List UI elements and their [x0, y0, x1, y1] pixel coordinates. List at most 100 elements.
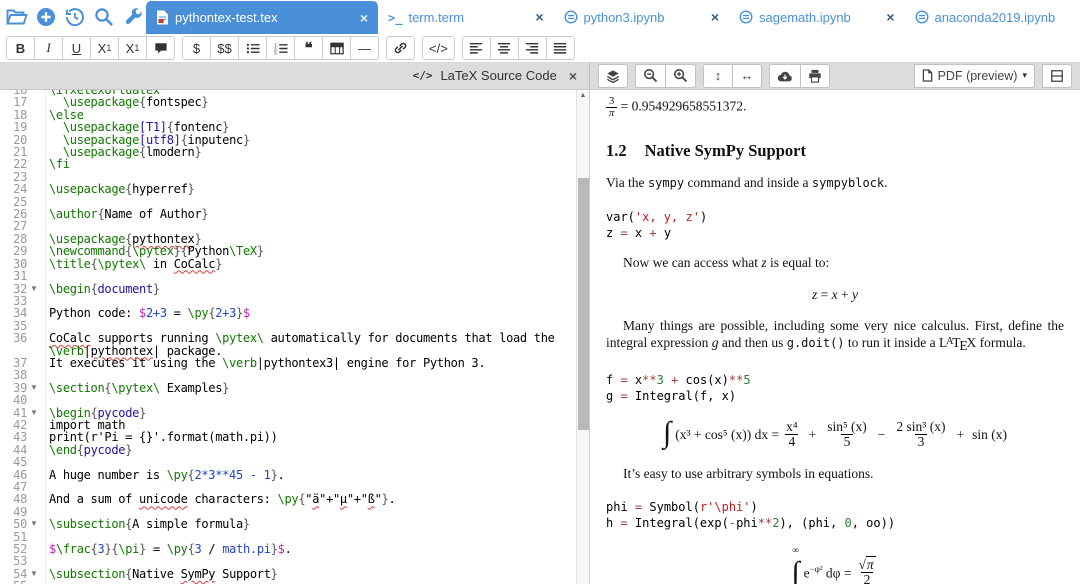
latex-editor[interactable]: 16 \ifxetexorluatex 17 \usepackage{fontspe… — [0, 90, 590, 584]
editor-scrollbar-thumb[interactable] — [578, 178, 589, 430]
bullet-list-button[interactable] — [238, 36, 267, 60]
code-line[interactable]: 24 \usepackage{hyperref} — [0, 182, 576, 197]
code-text: \usepackage{hyperref} — [49, 182, 195, 197]
zoom-in-button[interactable] — [665, 63, 696, 88]
file-tab-anaconda2019.ipynb[interactable]: anaconda2019.ipynb — [905, 0, 1080, 34]
fit-height-button[interactable]: ↕ — [703, 63, 733, 88]
cloud-download-icon — [777, 71, 792, 81]
numbered-list-button[interactable]: 1. 2. 3. — [266, 36, 295, 60]
fold-gutter — [30, 233, 43, 245]
comment-button[interactable] — [146, 36, 175, 60]
code-line[interactable]: 46 A huge number is \py{2*3**45 - 1}. — [0, 468, 576, 481]
subscript-button[interactable]: X1 — [90, 36, 119, 60]
fold-toggle-icon[interactable]: ▼ — [30, 283, 43, 295]
close-tab-icon[interactable]: × — [711, 9, 719, 25]
section-heading: 1.2 Native SymPy Support — [606, 141, 806, 161]
blockquote-button[interactable]: ❝ — [294, 36, 323, 60]
tab-label: anaconda2019.ipynb — [934, 9, 1056, 25]
editor-scrollbar[interactable]: ▲ — [576, 90, 589, 584]
tex-file-icon — [156, 10, 169, 25]
align-justify-button[interactable] — [545, 36, 575, 60]
new-file-button[interactable] — [35, 6, 57, 28]
align-left-button[interactable] — [461, 36, 491, 60]
code-line[interactable]: 39 ▼ \section{\pytex\ Examples} — [0, 381, 576, 394]
editor-gutter: 22 — [0, 158, 46, 171]
italic-button[interactable]: I — [34, 36, 63, 60]
fold-toggle-icon[interactable]: ▼ — [30, 568, 43, 580]
layers-button[interactable] — [598, 63, 628, 88]
file-tab-term.term[interactable]: >_ term.term × — [378, 0, 554, 34]
code-text: \subsection{A simple formula} — [49, 517, 250, 532]
code-line[interactable]: 34 Python code: $2+3 = \py{2+3}$ — [0, 307, 576, 320]
pdf-paragraph: Many things are possible, including some… — [606, 317, 1064, 353]
code-text: \author{Name of Author} — [49, 207, 209, 222]
inline-math-button[interactable]: $ — [182, 36, 211, 60]
close-source-panel-button[interactable]: × — [569, 68, 577, 84]
align-right-button[interactable] — [517, 36, 547, 60]
history-button[interactable] — [64, 6, 86, 28]
code-line[interactable]: 26 \author{Name of Author} — [0, 208, 576, 220]
code-line[interactable]: 21 \usepackage{lmodern} — [0, 146, 576, 158]
code-line[interactable]: 55 — [0, 580, 576, 584]
panel-header-row: </> LaTeX Source Code × ↕ ↔ PDF (preview… — [0, 62, 1080, 90]
code-line[interactable]: 17 \usepackage{fontspec} — [0, 96, 576, 109]
print-button[interactable] — [800, 63, 830, 88]
zoom-in-icon — [673, 68, 688, 83]
table-button[interactable] — [322, 36, 351, 60]
zoom-out-button[interactable] — [635, 63, 666, 88]
file-tab-python3.ipynb[interactable]: python3.ipynb × — [554, 0, 730, 34]
fold-gutter — [30, 531, 43, 543]
line-number: 31 — [13, 269, 27, 284]
fold-gutter — [30, 220, 43, 232]
code-line[interactable]: 44 \end{pycode} — [0, 443, 576, 456]
close-tab-icon[interactable]: × — [886, 9, 894, 25]
code-line[interactable]: 54 ▼ \subsection{Native SymPy Support} — [0, 566, 576, 581]
line-number: 40 — [13, 393, 27, 408]
bold-button[interactable]: B — [6, 36, 35, 60]
link-button[interactable] — [386, 36, 415, 60]
scrollbar-up-icon[interactable]: ▲ — [577, 92, 589, 99]
fold-toggle-icon[interactable]: ▼ — [30, 518, 43, 530]
underline-button[interactable]: U — [62, 36, 91, 60]
fold-toggle-icon[interactable]: ▼ — [30, 382, 43, 394]
search-button[interactable] — [93, 6, 115, 28]
close-tab-icon[interactable]: × — [360, 10, 368, 26]
cocalc-window: pythontex-test.tex × >_ term.term × python3.i… — [0, 0, 1080, 584]
editor-lines[interactable]: 16 \ifxetexorluatex 17 \usepackage{fontspe… — [0, 90, 576, 584]
editor-gutter: 55 — [0, 580, 46, 584]
fit-width-icon: ↔ — [740, 68, 754, 83]
code-line[interactable]: 50 ▼ \subsection{A simple formula} — [0, 517, 576, 532]
split-view-button[interactable] — [1042, 63, 1072, 88]
fold-toggle-icon[interactable]: ▼ — [30, 407, 43, 419]
line-number: 36 — [13, 331, 27, 346]
close-tab-icon[interactable]: × — [535, 9, 543, 25]
fraction: √π 2 — [855, 556, 878, 584]
file-tab-pythontex-test.tex[interactable]: pythontex-test.tex × — [146, 1, 378, 34]
file-tab-sagemath.ipynb[interactable]: sagemath.ipynb × — [729, 0, 905, 34]
code-line[interactable]: 30 \title{\pytex\ in CoCalc} — [0, 257, 576, 270]
code-line[interactable]: 37 It executes it using the \verb|pythont… — [0, 356, 576, 369]
code-line[interactable]: 52 $\frac{3}{\pi} = \py{3 / math.pi}$. — [0, 543, 576, 555]
fold-gutter — [30, 431, 43, 443]
code-line[interactable]: 48 And a sum of unicode characters: \py{"… — [0, 493, 576, 506]
fit-width-button[interactable]: ↔ — [732, 63, 762, 88]
line-number: 45 — [13, 455, 27, 470]
display-math-button[interactable]: $$ — [210, 36, 239, 60]
project-nav-icons — [0, 0, 146, 34]
wrench-button[interactable] — [122, 6, 144, 28]
horizontal-rule-button[interactable]: — — [350, 36, 379, 60]
code-button[interactable]: </> — [422, 36, 455, 60]
code-line[interactable]: 32 ▼ \begin{document} — [0, 282, 576, 295]
superscript-button[interactable]: X1 — [118, 36, 147, 60]
code-line[interactable]: 36 CoCalc supports running \pytex\ automa… — [0, 332, 576, 357]
download-button[interactable] — [769, 63, 801, 88]
open-folder-button[interactable] — [6, 6, 28, 28]
fraction: 2 sin³ (x) 3 — [896, 418, 946, 449]
fold-gutter — [30, 146, 43, 158]
pdf-paragraph: Via the sympy command and inside a sympy… — [606, 175, 888, 191]
align-center-button[interactable] — [489, 36, 519, 60]
pdf-mode-dropdown[interactable]: PDF (preview) ▾ — [913, 63, 1035, 88]
code-line[interactable]: 22 \fi — [0, 158, 576, 171]
code-text: \subsection{Native SymPy Support} — [49, 566, 278, 581]
